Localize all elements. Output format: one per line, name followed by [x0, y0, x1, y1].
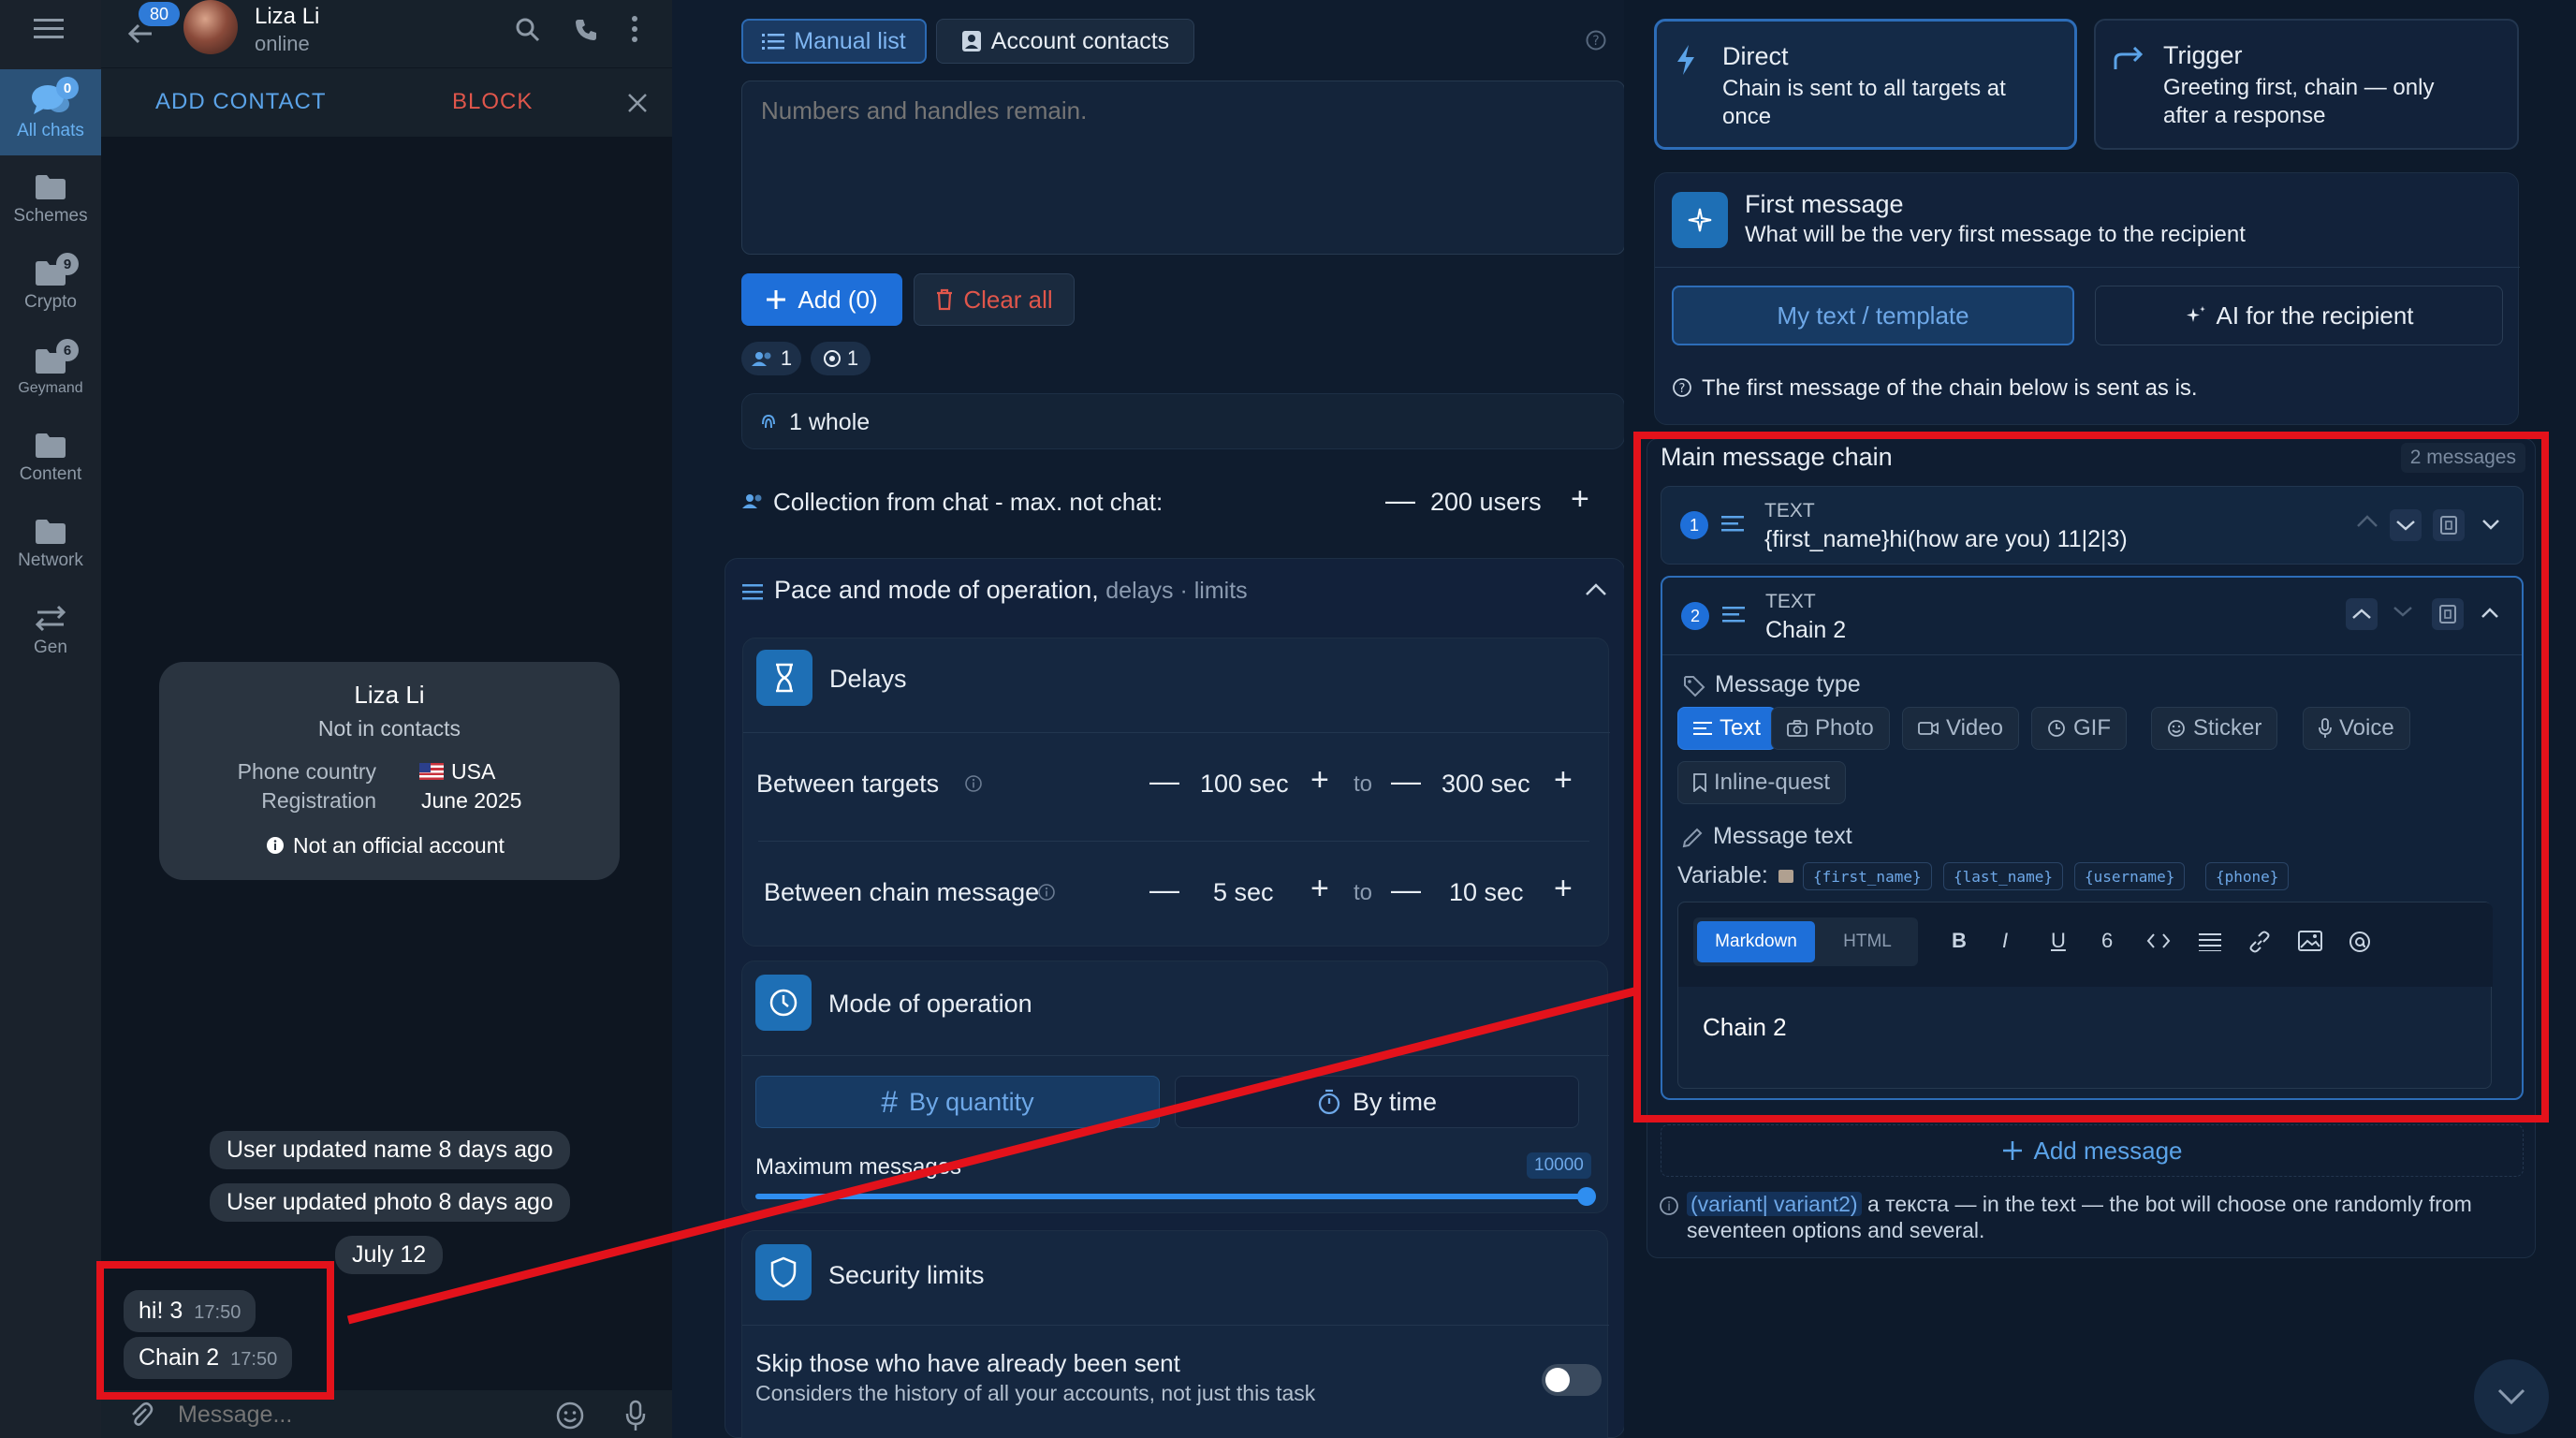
annotation-arrow-line — [346, 986, 1640, 1325]
